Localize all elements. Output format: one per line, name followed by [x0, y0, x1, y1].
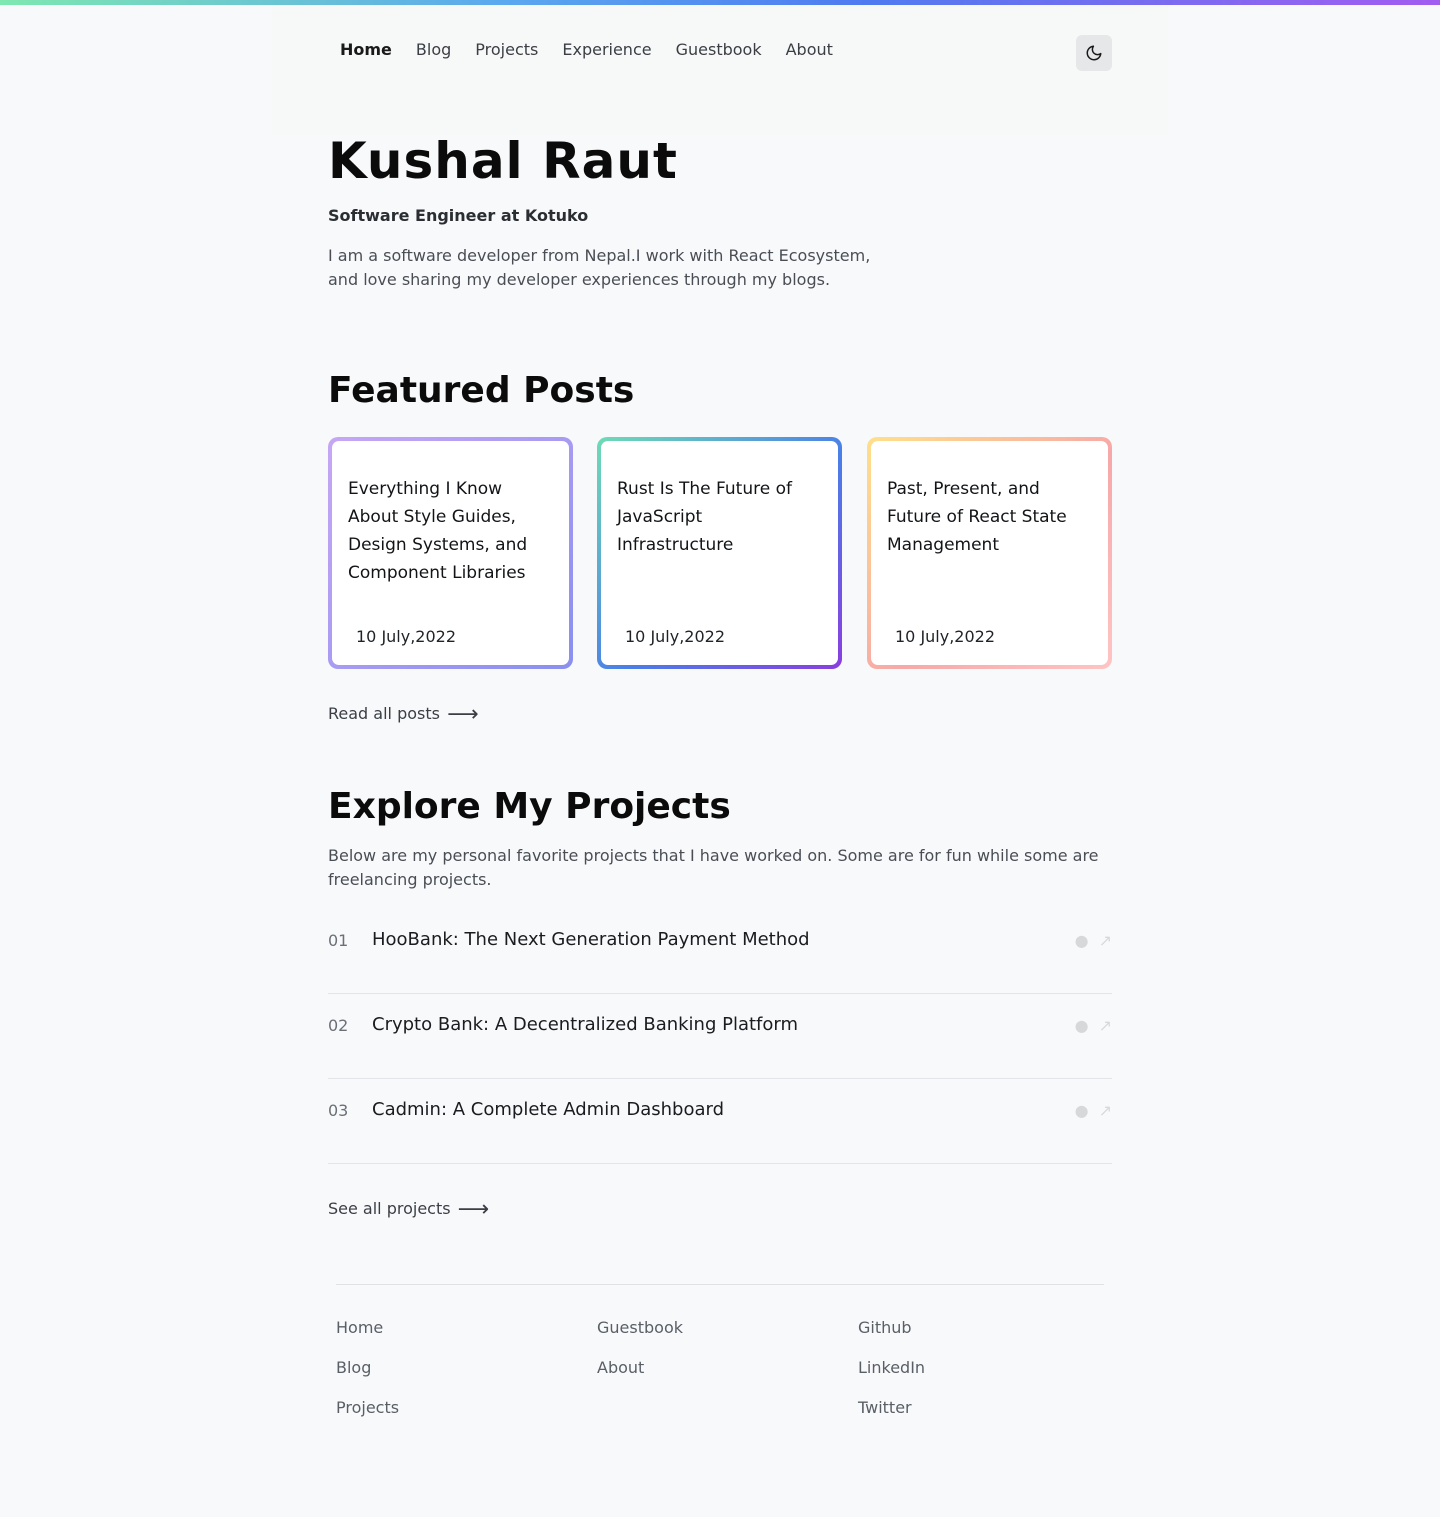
featured-posts-list: Everything I Know About Style Guides, De…: [328, 437, 1112, 669]
post-title: Past, Present, and Future of React State…: [887, 479, 1067, 555]
project-links: ● ↗: [1075, 931, 1112, 950]
project-title: Cadmin: A Complete Admin Dashboard: [372, 1099, 725, 1120]
post-date: 10 July,2022: [895, 627, 996, 646]
projects-intro: Below are my personal favorite projects …: [328, 846, 1099, 889]
footer-divider: [336, 1284, 1104, 1285]
footer-link-projects[interactable]: Projects: [336, 1398, 399, 1418]
footer-link-guestbook[interactable]: Guestbook: [597, 1318, 683, 1338]
project-title: Crypto Bank: A Decentralized Banking Pla…: [372, 1014, 799, 1035]
external-link-icon[interactable]: ↗: [1099, 1016, 1112, 1035]
arrow-right-icon: ⟶: [447, 702, 479, 727]
project-number: 01: [328, 931, 349, 950]
hero-role: Software Engineer at Kotuko: [328, 206, 589, 225]
github-icon[interactable]: ●: [1075, 931, 1089, 950]
post-card[interactable]: Rust Is The Future of JavaScript Infrast…: [597, 437, 842, 669]
hero-name: Kushal Raut: [328, 132, 678, 190]
footer-link-home[interactable]: Home: [336, 1318, 399, 1338]
projects-heading: Explore My Projects: [328, 786, 731, 827]
featured-posts-heading: Featured Posts: [328, 370, 635, 411]
footer-link-about[interactable]: About: [597, 1358, 683, 1378]
project-row[interactable]: 03 Cadmin: A Complete Admin Dashboard ● …: [328, 1079, 1112, 1164]
nav-about[interactable]: About: [786, 40, 833, 59]
external-link-icon[interactable]: ↗: [1099, 931, 1112, 950]
footer-col-social: Github LinkedIn Twitter: [858, 1318, 925, 1418]
nav-experience[interactable]: Experience: [562, 40, 651, 59]
theme-toggle-button[interactable]: [1076, 35, 1112, 71]
nav-blog[interactable]: Blog: [416, 40, 451, 59]
external-link-icon[interactable]: ↗: [1099, 1101, 1112, 1120]
post-card[interactable]: Past, Present, and Future of React State…: [867, 437, 1112, 669]
footer-link-twitter[interactable]: Twitter: [858, 1398, 925, 1418]
see-all-projects-link[interactable]: See all projects ⟶: [328, 1197, 489, 1222]
nav-guestbook[interactable]: Guestbook: [676, 40, 762, 59]
footer-link-linkedin[interactable]: LinkedIn: [858, 1358, 925, 1378]
project-links: ● ↗: [1075, 1101, 1112, 1120]
post-date: 10 July,2022: [356, 627, 457, 646]
github-icon[interactable]: ●: [1075, 1101, 1089, 1120]
project-row[interactable]: 02 Crypto Bank: A Decentralized Banking …: [328, 994, 1112, 1079]
post-card[interactable]: Everything I Know About Style Guides, De…: [328, 437, 573, 669]
moon-icon: [1086, 45, 1102, 61]
github-icon[interactable]: ●: [1075, 1016, 1089, 1035]
project-number: 02: [328, 1016, 349, 1035]
footer-col-pages: Home Blog Projects: [336, 1318, 399, 1418]
footer-link-github[interactable]: Github: [858, 1318, 925, 1338]
project-links: ● ↗: [1075, 1016, 1112, 1035]
post-title: Everything I Know About Style Guides, De…: [348, 479, 528, 583]
main-nav: Home Blog Projects Experience Guestbook …: [340, 40, 833, 59]
post-date: 10 July,2022: [625, 627, 726, 646]
hero-bio: I am a software developer from Nepal.I w…: [328, 246, 871, 289]
read-all-posts-label: Read all posts: [328, 704, 440, 723]
footer-col-more: Guestbook About: [597, 1318, 683, 1378]
nav-projects[interactable]: Projects: [475, 40, 538, 59]
footer-link-blog[interactable]: Blog: [336, 1358, 399, 1378]
project-title: HooBank: The Next Generation Payment Met…: [372, 929, 810, 950]
nav-home[interactable]: Home: [340, 40, 392, 59]
header: [272, 5, 1168, 135]
post-title: Rust Is The Future of JavaScript Infrast…: [617, 479, 792, 555]
project-number: 03: [328, 1101, 349, 1120]
see-all-projects-label: See all projects: [328, 1199, 451, 1218]
arrow-right-icon: ⟶: [457, 1197, 490, 1222]
read-all-posts-link[interactable]: Read all posts ⟶: [328, 702, 479, 727]
project-row[interactable]: 01 HooBank: The Next Generation Payment …: [328, 909, 1112, 994]
